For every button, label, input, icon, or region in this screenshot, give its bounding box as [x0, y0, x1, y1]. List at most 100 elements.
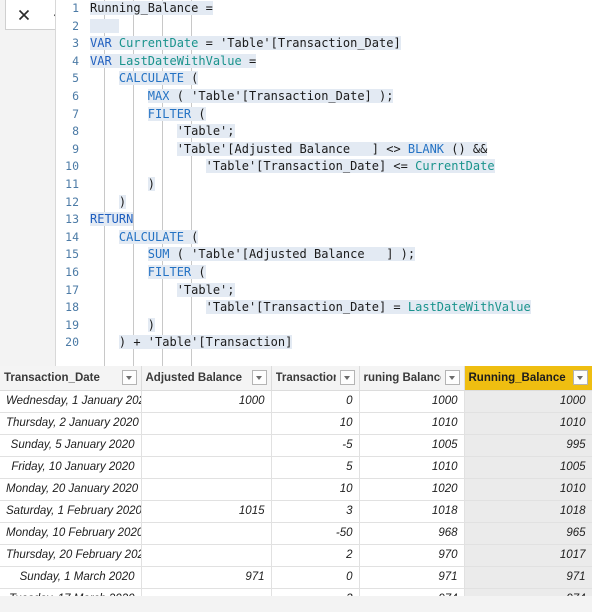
code-line[interactable]: 10 'Table'[Transaction_Date] <= CurrentD… — [56, 158, 592, 176]
column-header-transaction-date[interactable]: Transaction_Date — [0, 366, 142, 391]
code-line[interactable]: 11 ) — [56, 176, 592, 194]
dax-code-editor[interactable]: 1 Running_Balance = 2 3 VAR CurrentDate = '… — [55, 0, 592, 366]
table-cell[interactable]: 1005 — [464, 456, 592, 479]
code-line[interactable]: 6 MAX ( 'Table'[Transaction_Date] ); — [56, 88, 592, 106]
code-line[interactable]: 2 — [56, 18, 592, 36]
table-cell[interactable]: 968 — [359, 522, 465, 545]
table-cell[interactable]: 1018 — [359, 500, 465, 523]
cancel-button[interactable] — [9, 2, 39, 28]
table-row[interactable]: Thursday, 2 January 2020 10 1010 1010 — [0, 412, 592, 435]
table-cell[interactable]: Friday, 10 January 2020 — [0, 456, 142, 479]
line-number: 15 — [65, 247, 79, 262]
table-cell[interactable]: 1015 — [141, 500, 272, 523]
column-filter-button[interactable] — [339, 370, 355, 386]
code-line[interactable]: 18 'Table'[Transaction_Date] = LastDateW… — [56, 299, 592, 317]
table-cell[interactable] — [141, 478, 272, 501]
table-cell[interactable]: 1010 — [464, 412, 592, 435]
table-cell[interactable]: 2 — [271, 544, 360, 567]
data-preview-table[interactable]: Transaction_Date Adjusted Balance Transact… — [0, 366, 592, 612]
table-cell[interactable]: 10 — [271, 478, 360, 501]
table-cell[interactable]: Thursday, 20 February 2020 — [0, 544, 142, 567]
table-cell[interactable]: 970 — [359, 544, 465, 567]
code-line[interactable]: 8 'Table'; — [56, 123, 592, 141]
table-cell[interactable]: 1010 — [464, 478, 592, 501]
table-cell[interactable]: 0 — [271, 566, 360, 589]
column-header-adjusted-balance[interactable]: Adjusted Balance — [141, 366, 272, 391]
table-row[interactable]: Sunday, 5 January 2020 -5 1005 995 — [0, 434, 592, 457]
code-line[interactable]: 14 CALCULATE ( — [56, 229, 592, 247]
table-cell[interactable]: 1017 — [464, 544, 592, 567]
table-cell[interactable]: 971 — [141, 566, 272, 589]
table-row[interactable]: Friday, 10 January 2020 5 1010 1005 — [0, 456, 592, 479]
code-line[interactable]: 12 ) — [56, 194, 592, 212]
code-line[interactable]: 1 Running_Balance = — [56, 0, 592, 18]
code-token: ( — [191, 264, 206, 279]
code-line[interactable]: 3 VAR CurrentDate = 'Table'[Transaction_D… — [56, 35, 592, 53]
table-cell[interactable]: 1000 — [141, 390, 272, 413]
table-cell[interactable]: 1000 — [359, 390, 465, 413]
code-line[interactable]: 9 'Table'[Adjusted Balance ] <> BLANK ()… — [56, 141, 592, 159]
column-filter-button[interactable] — [572, 370, 588, 386]
code-line[interactable]: 7 FILTER ( — [56, 106, 592, 124]
table-cell[interactable]: 3 — [271, 500, 360, 523]
table-cell[interactable]: 0 — [271, 390, 360, 413]
table-cell[interactable]: Sunday, 5 January 2020 — [0, 434, 142, 457]
code-line[interactable]: 5 CALCULATE ( — [56, 70, 592, 88]
code-line[interactable]: 17 'Table'; — [56, 282, 592, 300]
column-header-runing-balance[interactable]: runing Balance — [359, 366, 465, 391]
table-cell[interactable] — [141, 434, 272, 457]
table-cell[interactable]: Monday, 20 January 2020 — [0, 478, 142, 501]
table-cell[interactable]: Saturday, 1 February 2020 — [0, 500, 142, 523]
table-row[interactable]: Saturday, 1 February 2020 1015 3 1018 1018 — [0, 500, 592, 523]
table-cell[interactable]: 5 — [271, 456, 360, 479]
table-cell[interactable]: 971 — [464, 566, 592, 589]
table-cell[interactable]: 971 — [359, 566, 465, 589]
table-cell[interactable]: 1010 — [359, 412, 465, 435]
code-token: ) — [118, 194, 127, 209]
table-row[interactable]: Monday, 20 January 2020 10 1020 1010 — [0, 478, 592, 501]
table-row[interactable]: Wednesday, 1 January 2020 1000 0 1000 1000 — [0, 390, 592, 413]
column-filter-button[interactable] — [444, 370, 460, 386]
table-cell[interactable]: 1010 — [359, 456, 465, 479]
table-cell[interactable] — [141, 412, 272, 435]
column-header-running-balance[interactable]: Running_Balance — [464, 366, 592, 391]
code-line[interactable]: 15 SUM ( 'Table'[Adjusted Balance ] ); — [56, 246, 592, 264]
table-cell[interactable]: -5 — [271, 434, 360, 457]
close-icon — [19, 9, 30, 20]
table-row[interactable]: Thursday, 20 February 2020 2 970 1017 — [0, 544, 592, 567]
table-row[interactable]: Sunday, 1 March 2020 971 0 971 971 — [0, 566, 592, 589]
code-line[interactable]: 20 ) + 'Table'[Transaction] — [56, 334, 592, 352]
code-token: ( — [183, 71, 199, 86]
table-cell[interactable]: Wednesday, 1 January 2020 — [0, 390, 142, 413]
column-filter-button[interactable] — [251, 370, 267, 386]
table-cell[interactable] — [141, 544, 272, 567]
table-cell[interactable]: 1020 — [359, 478, 465, 501]
table-cell[interactable]: 1000 — [464, 390, 592, 413]
column-filter-button[interactable] — [121, 370, 137, 386]
column-header-transaction[interactable]: Transaction — [271, 366, 360, 391]
table-cell[interactable]: 1005 — [359, 434, 465, 457]
table-cell[interactable]: Sunday, 1 March 2020 — [0, 566, 142, 589]
table-cell[interactable]: 995 — [464, 434, 592, 457]
table-cell[interactable]: 10 — [271, 412, 360, 435]
table-cell[interactable]: 1018 — [464, 500, 592, 523]
code-line[interactable]: 16 FILTER ( — [56, 264, 592, 282]
code-token: BLANK — [407, 141, 445, 156]
table-cell[interactable]: Monday, 10 February 2020 — [0, 522, 142, 545]
code-line[interactable]: 13 RETURN — [56, 211, 592, 229]
table-cell[interactable]: Thursday, 2 January 2020 — [0, 412, 142, 435]
code-text: RETURN — [90, 211, 592, 229]
table-row[interactable]: Monday, 10 February 2020 -50 968 965 — [0, 522, 592, 545]
column-header-inner: Adjusted Balance — [146, 370, 267, 386]
table-cell[interactable] — [141, 522, 272, 545]
line-number: 6 — [72, 88, 79, 103]
code-line[interactable]: 4 VAR LastDateWithValue = — [56, 53, 592, 71]
chevron-down-icon — [126, 375, 132, 380]
table-cell[interactable] — [141, 456, 272, 479]
code-line[interactable]: 19 ) — [56, 317, 592, 335]
column-header-inner: runing Balance — [364, 370, 460, 386]
table-cell[interactable]: -50 — [271, 522, 360, 545]
table-cell[interactable]: 965 — [464, 522, 592, 545]
